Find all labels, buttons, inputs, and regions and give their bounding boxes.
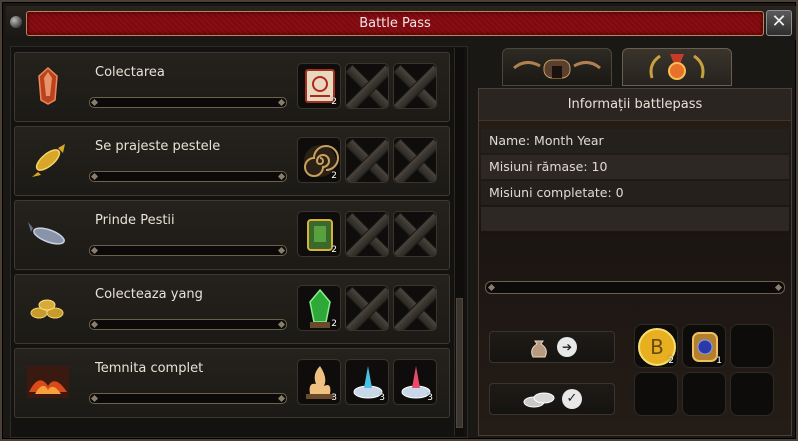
blue-fountain-icon[interactable]: 3 [345,359,389,405]
mission-name: Colectarea [95,65,165,80]
mission-progress-bar [89,97,287,108]
title-banner: Battle Pass [26,11,764,36]
mission-scrollbar[interactable] [454,48,464,436]
gold-b-coin-icon[interactable]: B 2 [634,324,678,368]
empty-reward-slot[interactable] [634,372,678,416]
reward-count: 2 [331,97,337,107]
reward-count: 2 [668,356,674,366]
checkmark-icon: ✓ [562,389,582,409]
green-crystal-icon[interactable]: 2 [297,285,341,331]
swirl-icon[interactable]: 2 [297,137,341,183]
info-remaining: Misiuni rămase: 10 [481,155,789,179]
locked-slot-icon [393,137,437,183]
title-bar[interactable]: Battle Pass ✕ [6,6,796,40]
dungeon-fire-icon [25,359,71,405]
battlepass-progress-bar [485,281,785,294]
pouch-icon [531,340,547,358]
tab-missions[interactable] [502,48,612,86]
red-crystal-icon [25,63,71,109]
campfire-icon[interactable]: 3 [297,359,341,405]
mission-progress-bar [89,319,287,330]
info-completed: Misiuni completate: 0 [481,181,789,205]
arrow-right-icon: ➔ [557,337,577,357]
golden-fish-icon [25,137,71,183]
gold-coins-icon [25,285,71,331]
mission-name: Temnita complet [95,361,204,376]
reward-count: 2 [331,245,337,255]
send-pouch-button[interactable]: ➔ [489,331,615,363]
window-title: Battle Pass [359,16,431,31]
mission-row[interactable]: Temnita complet 3 3 3 [14,348,450,418]
locked-slot-icon [345,137,389,183]
scroll-icon[interactable]: 2 [297,63,341,109]
locked-slot-icon [345,63,389,109]
locked-slot-icon [393,285,437,331]
reward-count: 3 [331,393,337,403]
locked-slot-icon [393,211,437,257]
reward-count: 3 [427,393,433,403]
scroll-thumb[interactable] [456,298,463,428]
info-name: Name: Month Year [481,129,789,153]
empty-reward-slot[interactable] [730,372,774,416]
gate-icon [513,59,601,79]
green-armor-icon[interactable]: 2 [297,211,341,257]
mission-name: Colecteaza yang [95,287,203,302]
info-header: Informații battlepass [479,89,791,121]
confirm-coins-button[interactable]: ✓ [489,383,615,415]
coin-letter: B [650,335,664,359]
tab-info[interactable] [622,48,732,86]
medal-icon [649,54,705,80]
mission-row[interactable]: Colectarea 2 [14,52,450,122]
title-knob-icon [10,16,22,28]
empty-reward-slot[interactable] [682,372,726,416]
blue-ring-icon[interactable]: 1 [682,324,726,368]
mission-progress-bar [89,245,287,256]
mission-progress-bar [89,393,287,404]
mission-progress-bar [89,171,287,182]
red-fountain-icon[interactable]: 3 [393,359,437,405]
blue-fish-icon [25,211,71,257]
locked-slot-icon [393,63,437,109]
reward-count: 2 [331,171,337,181]
locked-slot-icon [345,211,389,257]
reward-count: 2 [331,319,337,329]
mission-row[interactable]: Colecteaza yang 2 [14,274,450,344]
mission-row[interactable]: Se prajeste pestele 2 [14,126,450,196]
reward-count: 3 [379,393,385,403]
mission-name: Prinde Pestii [95,213,175,228]
close-button[interactable]: ✕ [766,10,792,36]
empty-reward-slot[interactable] [730,324,774,368]
reward-count: 1 [716,356,722,366]
coins-icon [523,392,555,408]
locked-slot-icon [345,285,389,331]
mission-row[interactable]: Prinde Pestii 2 [14,200,450,270]
battle-pass-window: Battle Pass ✕ Colectarea 2 Se prajeste p… [0,0,798,441]
info-empty-row [481,207,789,231]
mission-name: Se prajeste pestele [95,139,221,154]
